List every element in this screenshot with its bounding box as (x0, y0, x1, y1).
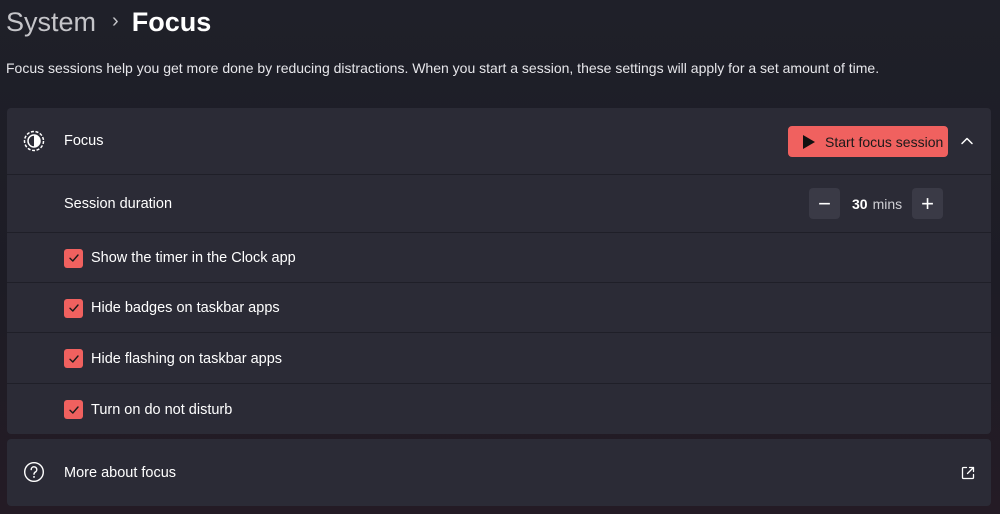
session-duration-label: Session duration (64, 196, 173, 212)
focus-settings-card: Focus Start focus session Session durati… (7, 108, 991, 434)
focus-icon (23, 130, 45, 152)
do-not-disturb-label: Turn on do not disturb (91, 401, 233, 418)
decrease-duration-button[interactable]: − (809, 188, 840, 219)
checkmark-icon (68, 254, 79, 262)
focus-header-row[interactable]: Focus Start focus session (7, 108, 991, 174)
breadcrumb-separator: › (112, 10, 119, 32)
external-link-icon[interactable] (960, 465, 976, 481)
session-duration-row: Session duration − 30 mins + (7, 174, 991, 233)
more-about-focus-link[interactable]: More about focus (64, 463, 176, 483)
option-row-clock-timer: Show the timer in the Clock app (7, 232, 991, 283)
show-timer-label: Show the timer in the Clock app (91, 250, 296, 266)
more-about-focus-card[interactable]: More about focus (7, 439, 991, 506)
duration-value: 30 mins (852, 195, 902, 213)
duration-unit: mins (872, 196, 903, 212)
focus-title: Focus (64, 133, 104, 149)
page-description: Focus sessions help you get more done by… (6, 60, 880, 76)
plus-icon: + (921, 190, 934, 216)
chevron-up-icon[interactable] (958, 132, 976, 150)
checkmark-icon (68, 405, 79, 414)
minus-icon: − (818, 190, 831, 216)
duration-number: 30 (852, 196, 868, 212)
option-row-hide-badges: Hide badges on taskbar apps (7, 282, 991, 333)
hide-badges-checkbox[interactable] (64, 298, 83, 318)
breadcrumb-system-link[interactable]: System (6, 2, 96, 42)
show-timer-checkbox[interactable] (64, 248, 83, 268)
checkmark-icon (68, 354, 79, 363)
do-not-disturb-checkbox[interactable] (64, 400, 83, 419)
option-row-hide-flashing: Hide flashing on taskbar apps (7, 332, 991, 384)
hide-flashing-checkbox[interactable] (64, 349, 83, 368)
start-focus-session-label: Start focus session (825, 133, 944, 150)
help-icon (23, 461, 45, 483)
play-icon (803, 134, 815, 149)
checkmark-icon (68, 304, 79, 312)
hide-badges-label: Hide badges on taskbar apps (91, 300, 280, 316)
start-focus-session-button[interactable]: Start focus session (788, 126, 948, 157)
option-row-do-not-disturb: Turn on do not disturb (7, 383, 991, 434)
page-title: Focus (131, 7, 212, 37)
increase-duration-button[interactable]: + (912, 188, 943, 219)
hide-flashing-label: Hide flashing on taskbar apps (91, 350, 283, 367)
breadcrumb: System › Focus (6, 2, 211, 42)
